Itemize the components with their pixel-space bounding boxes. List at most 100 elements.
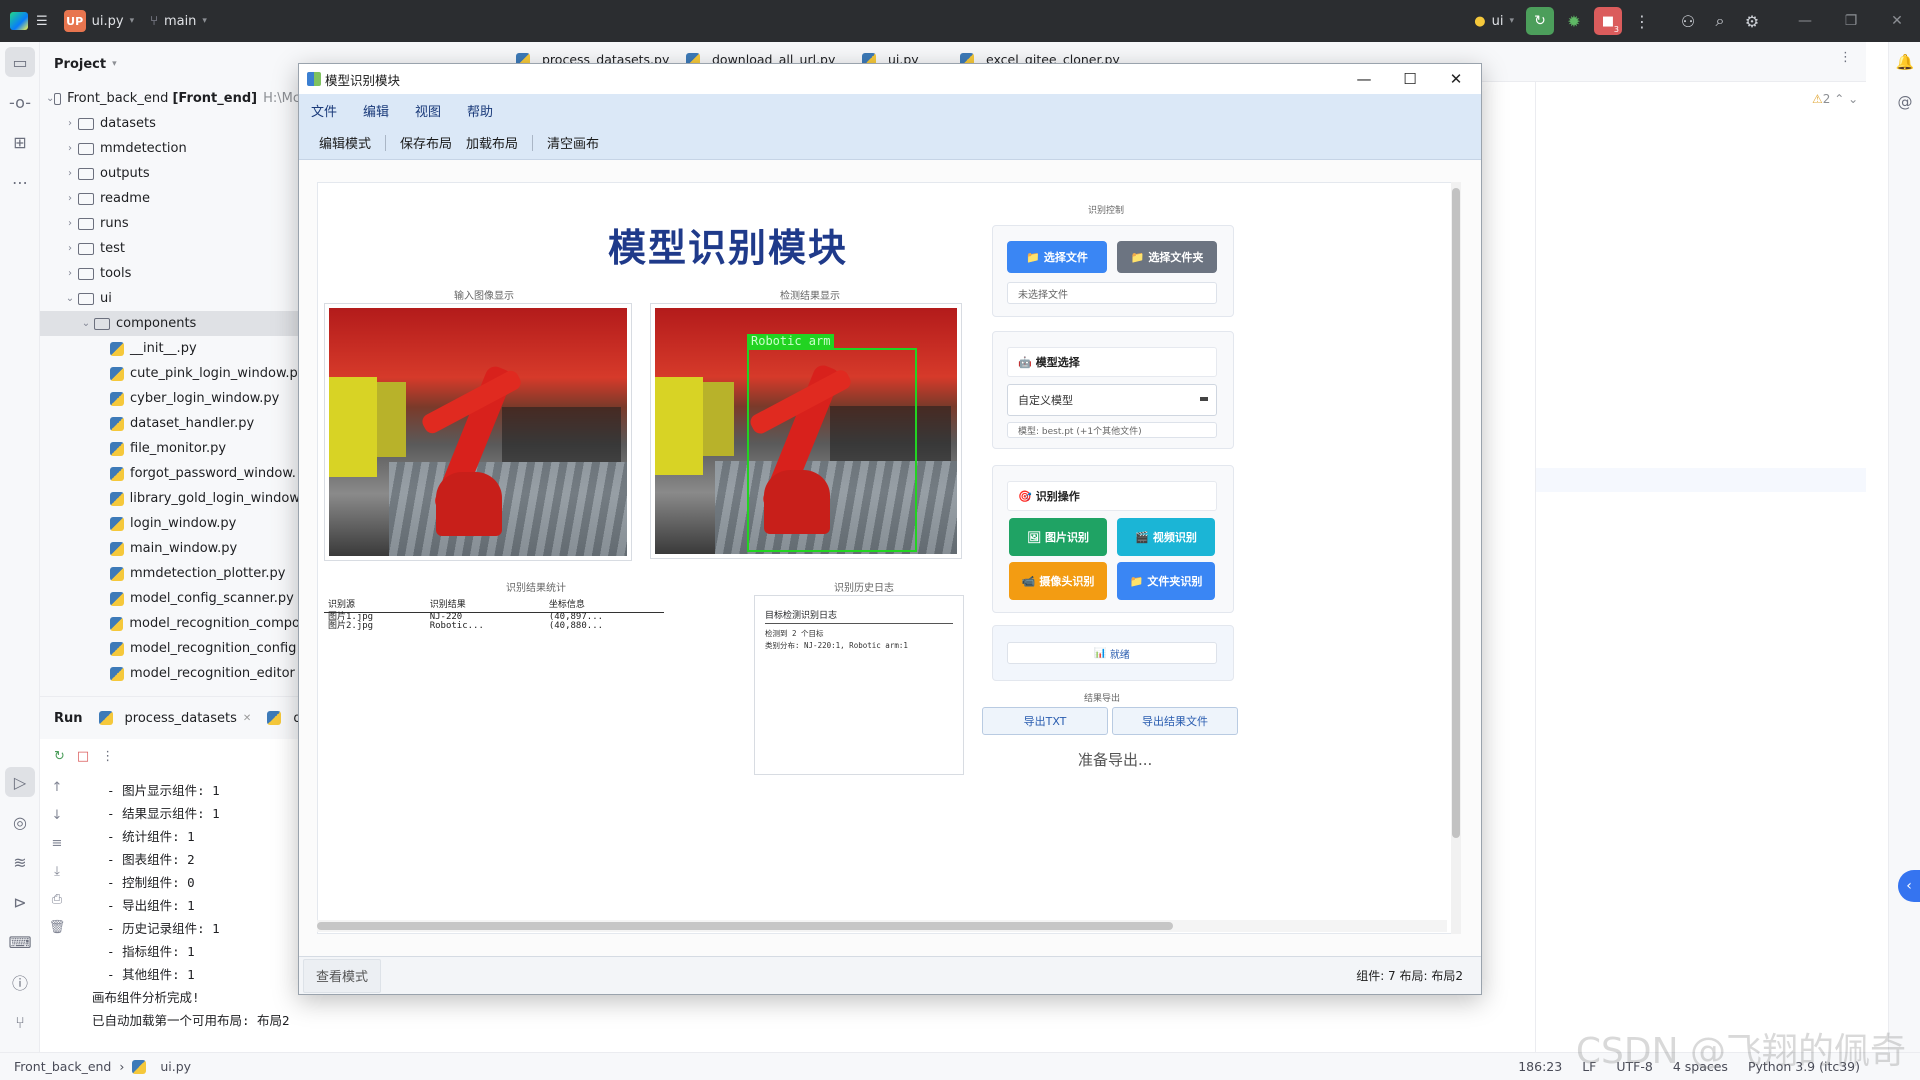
rerun-icon[interactable]: ↻ — [54, 749, 65, 764]
trash-icon[interactable]: 🗑 — [40, 913, 74, 941]
chevron-right-icon[interactable]: › — [62, 218, 78, 229]
tree-item[interactable]: › datasets — [40, 111, 300, 136]
run-tool-button[interactable]: ▷ — [5, 767, 35, 797]
tree-item[interactable]: __init__.py — [40, 336, 300, 361]
main-menu-button[interactable]: ☰ — [28, 0, 56, 42]
chevron-right-icon[interactable]: › — [62, 118, 78, 129]
chevron-down-icon[interactable]: ⌄ — [46, 93, 54, 104]
scroll-down-icon[interactable]: ↓ — [40, 801, 74, 829]
tree-root[interactable]: ⌄ Front_back_end [Front_end] H:\Mc — [40, 86, 300, 111]
canvas-horizontal-scrollbar[interactable] — [317, 920, 1447, 932]
settings-button[interactable]: ⚙ — [1736, 0, 1768, 42]
chevron-right-icon[interactable]: › — [62, 193, 78, 204]
chevron-right-icon[interactable]: › — [62, 168, 78, 179]
run-tab-second[interactable]: do — [267, 711, 300, 726]
save-layout-button[interactable]: 保存布局 — [400, 133, 466, 152]
tree-item[interactable]: › readme — [40, 186, 300, 211]
run-tab-process-datasets[interactable]: process_datasets ✕ — [98, 711, 251, 726]
scrollbar-thumb[interactable] — [317, 922, 1173, 930]
chevron-down-icon[interactable]: ⌄ — [78, 318, 94, 329]
project-tool-button[interactable]: ▭ — [5, 47, 35, 77]
chevron-right-icon[interactable]: › — [62, 143, 78, 154]
tree-item[interactable]: model_config_scanner.py — [40, 586, 300, 611]
tree-item[interactable]: file_monitor.py — [40, 436, 300, 461]
tree-item[interactable]: mmdetection_plotter.py — [40, 561, 300, 586]
export-txt-button[interactable]: 导出TXT — [982, 707, 1108, 735]
table-row[interactable]: 图片1.jpg NJ-220 (40,897... — [324, 613, 664, 623]
close-icon[interactable]: ✕ — [243, 713, 251, 724]
more-actions-button[interactable]: ⋮ — [1626, 0, 1658, 42]
tree-item[interactable]: › tools — [40, 261, 300, 286]
caret-position[interactable]: 186:23 — [1518, 1059, 1562, 1074]
clear-canvas-button[interactable]: 清空画布 — [547, 133, 613, 152]
minimize-window-button[interactable]: — — [1782, 0, 1828, 42]
detection-result-panel[interactable]: Robotic arm — [650, 303, 962, 559]
edit-mode-button[interactable]: 编辑模式 — [319, 133, 385, 152]
menu-view[interactable]: 视图 — [415, 101, 441, 120]
tree-item[interactable]: dataset_handler.py — [40, 411, 300, 436]
more-tools-button[interactable]: ⋯ — [0, 162, 40, 202]
tree-item[interactable]: model_recognition_config — [40, 636, 300, 661]
project-panel-header[interactable]: Project ▾ — [40, 42, 300, 86]
tree-item[interactable]: ⌄ ui — [40, 286, 300, 311]
debug-button[interactable]: ✹ — [1558, 0, 1590, 42]
scrollbar-thumb[interactable] — [1452, 188, 1460, 838]
tree-item[interactable]: model_recognition_compo — [40, 611, 300, 636]
search-everywhere-button[interactable]: ⌕ — [1704, 0, 1736, 42]
more-vertical-icon[interactable]: ⋮ — [1839, 50, 1852, 65]
result-stats-table[interactable]: 识别源 识别结果 坐标信息 图片1.jpg NJ-220 (40,897... … — [324, 595, 668, 735]
select-file-button[interactable]: 📁 选择文件 — [1007, 241, 1107, 273]
stop-button[interactable]: ■ 3 — [1594, 7, 1622, 35]
input-image-panel[interactable] — [324, 303, 632, 561]
terminal-button[interactable]: ⌨ — [0, 922, 40, 962]
structure-tool-button[interactable]: ⊞ — [0, 122, 40, 162]
git-button[interactable]: ⑂ — [0, 1002, 40, 1042]
dialog-title-bar[interactable]: 模型识别模块 — ☐ ✕ — [299, 64, 1481, 94]
branch-switcher[interactable]: ⑂ main ▾ — [142, 0, 215, 42]
run-config-selector[interactable]: ● ui ▾ — [1466, 0, 1522, 42]
camera-recognition-button[interactable]: 📹 摄像头识别 — [1009, 562, 1107, 600]
tree-item[interactable]: cyber_login_window.py — [40, 386, 300, 411]
more-vertical-icon[interactable]: ⋮ — [101, 749, 114, 764]
restore-window-button[interactable]: ❐ — [1828, 0, 1874, 42]
python-packages-button[interactable]: ≋ — [0, 842, 40, 882]
tree-item[interactable]: ⌄ components — [40, 311, 300, 336]
tree-item[interactable]: › test — [40, 236, 300, 261]
canvas-vertical-scrollbar[interactable] — [1451, 182, 1461, 934]
chevron-right-icon[interactable]: › — [62, 268, 78, 279]
stop-icon[interactable]: □ — [77, 749, 89, 764]
breadcrumb-project[interactable]: Front_back_end — [14, 1059, 111, 1074]
tree-item[interactable]: login_window.py — [40, 511, 300, 536]
chevron-down-icon[interactable]: ⌄ — [62, 293, 78, 304]
dialog-close-button[interactable]: ✕ — [1433, 64, 1479, 94]
soft-wrap-icon[interactable]: ≡ — [40, 829, 74, 857]
print-icon[interactable]: ⎙ — [40, 885, 74, 913]
load-layout-button[interactable]: 加载布局 — [466, 133, 532, 152]
problems-button[interactable]: ⓘ — [0, 962, 40, 1002]
tree-item[interactable]: › outputs — [40, 161, 300, 186]
code-with-me-button[interactable]: ⚇ — [1672, 0, 1704, 42]
export-result-button[interactable]: 导出结果文件 — [1112, 707, 1238, 735]
dialog-maximize-button[interactable]: ☐ — [1387, 64, 1433, 94]
tree-item[interactable]: › mmdetection — [40, 136, 300, 161]
menu-file[interactable]: 文件 — [311, 101, 337, 120]
menu-edit[interactable]: 编辑 — [363, 101, 389, 120]
services-button[interactable]: ⊳ — [0, 882, 40, 922]
history-log-panel[interactable]: 目标检测识别日志 检测到 2 个目标 类别分布: NJ-220:1, Robot… — [754, 595, 964, 775]
warning-indicator[interactable]: ⚠2 ⌃ ⌄ — [1812, 92, 1858, 106]
notifications-button[interactable]: 🔔 — [1889, 42, 1920, 82]
rerun-button[interactable]: ↻ — [1526, 7, 1554, 35]
tree-item[interactable]: main_window.py — [40, 536, 300, 561]
select-folder-button[interactable]: 📁 选择文件夹 — [1117, 241, 1217, 273]
model-select-dropdown[interactable]: 自定义模型 — [1007, 384, 1217, 416]
tree-item[interactable]: cute_pink_login_window.p — [40, 361, 300, 386]
video-recognition-button[interactable]: 🎬 视频识别 — [1117, 518, 1215, 556]
table-row[interactable]: 图片2.jpg Robotic... (40,880... — [324, 622, 664, 631]
tree-item[interactable]: library_gold_login_window — [40, 486, 300, 511]
dialog-minimize-button[interactable]: — — [1341, 64, 1387, 94]
scroll-up-icon[interactable]: ↑ — [40, 773, 74, 801]
tree-item[interactable]: forgot_password_window. — [40, 461, 300, 486]
breadcrumb-file[interactable]: ui.py — [160, 1059, 191, 1074]
view-mode-button[interactable]: 查看模式 — [303, 958, 382, 993]
chevron-right-icon[interactable]: › — [62, 243, 78, 254]
